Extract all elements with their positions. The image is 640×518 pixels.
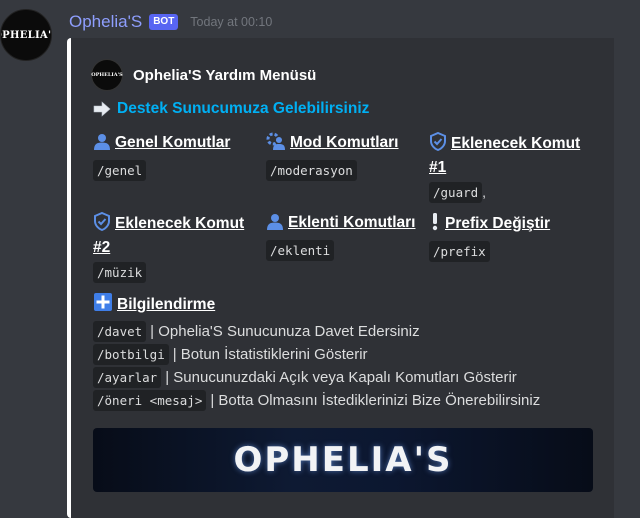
banner-text: OPHELIA'S	[233, 440, 453, 480]
field-eklenti-komutlari: Eklenti Komutları /eklenti	[266, 212, 428, 261]
embed-title[interactable]: Destek Sunucumuza Gelebilirsiniz	[93, 100, 369, 118]
field-name: Prefix Değiştir	[429, 212, 591, 237]
arrow-right-icon	[93, 101, 111, 117]
timestamp[interactable]: Today at 00:10	[190, 15, 272, 29]
gear-user-icon	[266, 132, 286, 156]
command-code: /botbilgi	[93, 344, 169, 365]
user-icon	[93, 133, 111, 156]
info-section: Bilgilendirme /davet | Ophelia'S Sunucunu…	[93, 292, 603, 412]
field-eklenecek-komut-1: Eklenecek Komut #1 /guard,	[429, 131, 591, 203]
author-name: Ophelia'S Yardım Menüsü	[133, 66, 317, 84]
avatar-label: OPHELIA'S	[1, 29, 52, 41]
info-title: Bilgilendirme	[93, 292, 603, 318]
field-prefix-degistir: Prefix Değiştir /prefix	[429, 212, 591, 262]
author-icon: OPHELIA'S	[91, 59, 123, 91]
info-row-text: | Sunucunuzdaki Açık veya Kapalı Komutla…	[165, 369, 517, 386]
field-genel-komutlar: Genel Komutlar /genel	[93, 132, 255, 181]
info-row: /botbilgi | Botun İstatistiklerini Göster…	[93, 343, 603, 366]
command-code: /ayarlar	[93, 367, 162, 388]
info-row: /davet | Ophelia'S Sunucunuza Davet Eders…	[93, 320, 603, 343]
shield-check-icon	[93, 211, 111, 237]
exclamation-icon	[429, 212, 441, 237]
field-eklenecek-komut-2: Eklenecek Komut #2 /müzik	[93, 211, 255, 283]
info-row: /öneri <mesaj> | Botta Olmasını İstedikle…	[93, 389, 603, 412]
field-name: Eklenecek Komut #1	[429, 131, 591, 178]
command-code: /eklenti	[266, 240, 335, 261]
bot-tag: BOT	[149, 14, 179, 30]
user-icon	[266, 213, 284, 236]
field-name: Eklenecek Komut #2	[93, 211, 255, 258]
field-name: Mod Komutları	[266, 132, 428, 156]
embed-title-text: Destek Sunucumuza Gelebilirsiniz	[117, 100, 370, 117]
info-row: /ayarlar | Sunucunuzdaki Açık veya Kapalı…	[93, 366, 603, 389]
command-code: /guard	[429, 182, 483, 203]
command-code: /moderasyon	[266, 160, 357, 181]
username[interactable]: Ophelia'S	[69, 12, 142, 32]
embed: OPHELIA'S Ophelia'S Yardım Menüsü Destek…	[67, 38, 614, 518]
embed-banner-image[interactable]: OPHELIA'S	[93, 428, 593, 492]
field-suffix: ,	[482, 184, 487, 200]
plus-square-icon	[93, 292, 113, 318]
command-code: /öneri <mesaj>	[93, 390, 207, 411]
command-code: /davet	[93, 321, 147, 342]
info-row-text: | Botta Olmasını İstediklerinizi Bize Ön…	[210, 392, 541, 409]
command-code: /prefix	[429, 241, 490, 262]
message-header: Ophelia'S BOT Today at 00:10	[69, 12, 272, 32]
field-name: Eklenti Komutları	[266, 212, 428, 236]
info-row-text: | Ophelia'S Sunucunuza Davet Edersiniz	[150, 323, 420, 340]
command-code: /genel	[93, 160, 147, 181]
author-icon-label: OPHELIA'S	[91, 72, 123, 78]
command-code: /müzik	[93, 262, 147, 283]
field-mod-komutlari: Mod Komutları /moderasyon	[266, 132, 428, 181]
user-avatar[interactable]: OPHELIA'S	[0, 9, 52, 61]
info-row-text: | Botun İstatistiklerini Gösterir	[172, 346, 368, 363]
field-name: Genel Komutlar	[93, 132, 255, 156]
shield-check-icon	[429, 131, 447, 157]
embed-author: OPHELIA'S Ophelia'S Yardım Menüsü	[91, 59, 316, 91]
